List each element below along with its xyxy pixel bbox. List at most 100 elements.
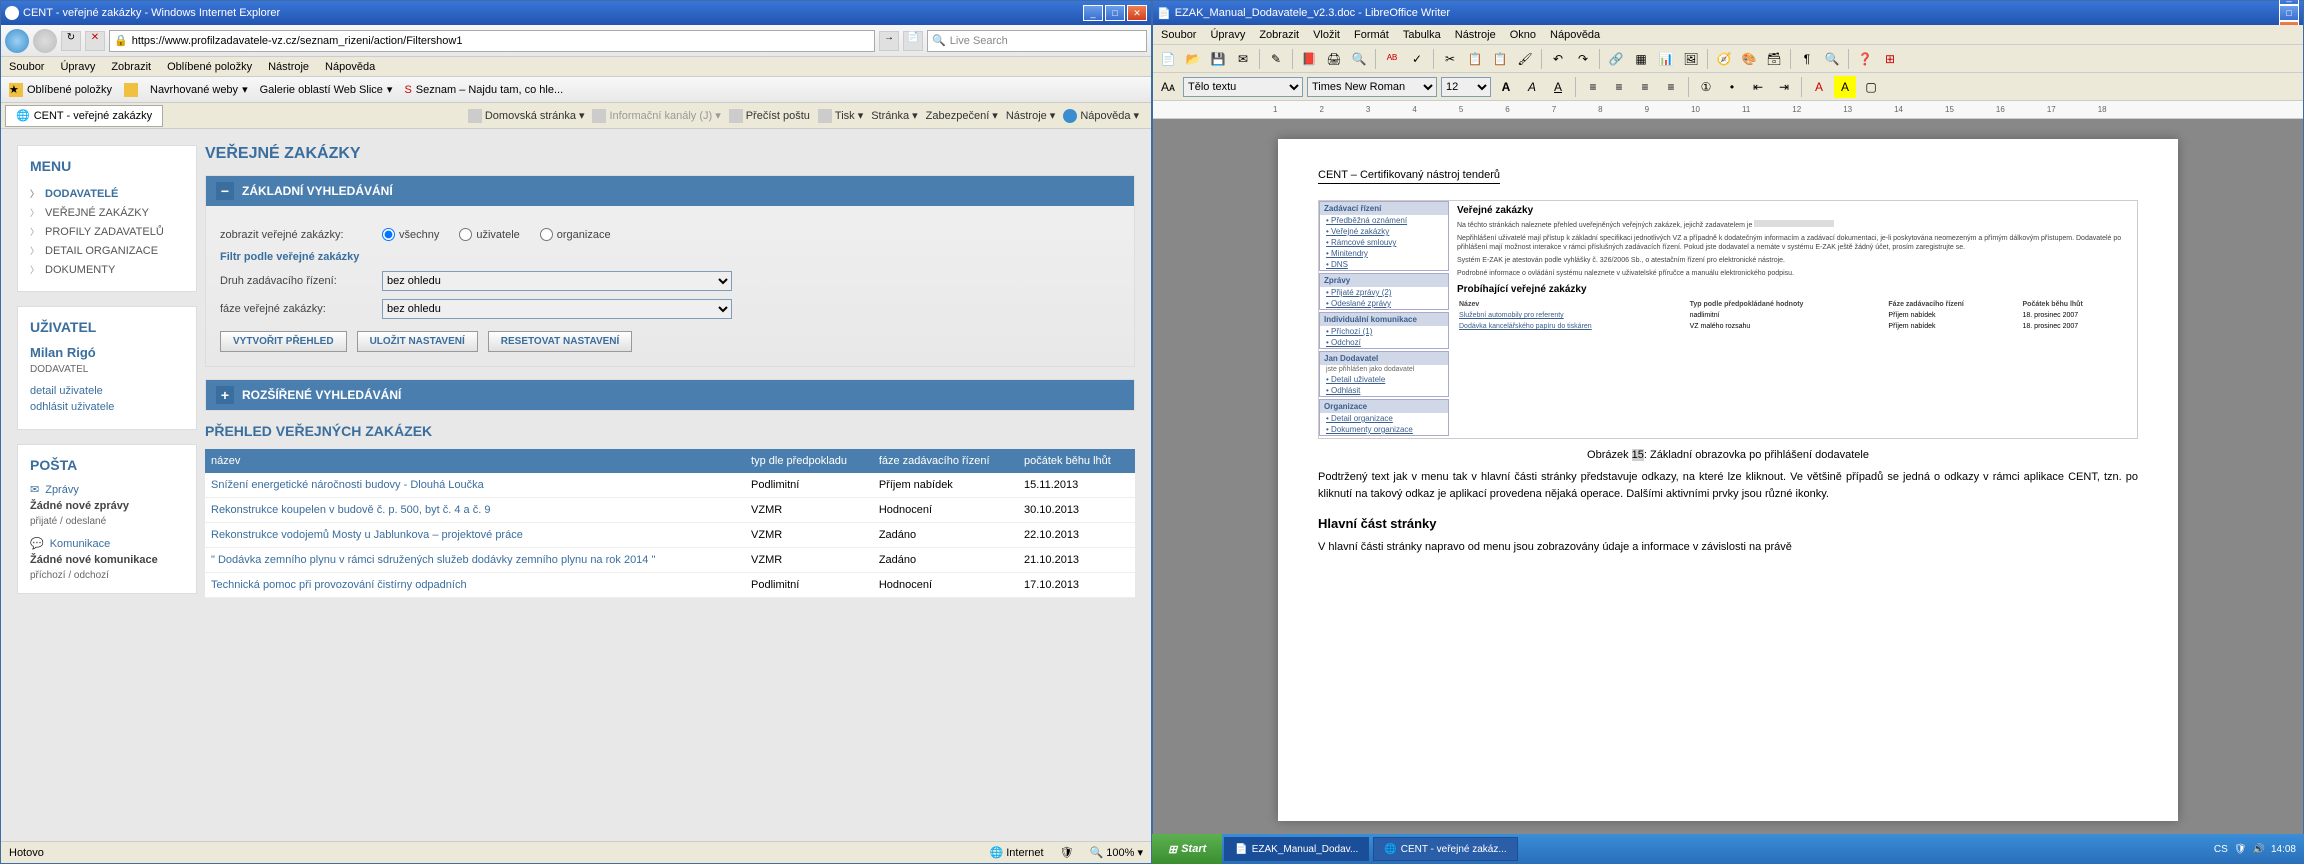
- italic-icon[interactable]: A: [1521, 76, 1543, 98]
- col-pocatek[interactable]: počátek běhu lhůt: [1018, 449, 1135, 473]
- system-tray[interactable]: CS 🛡 🔊 14:08: [2206, 844, 2304, 855]
- posta-sub2[interactable]: příchozí / odchozí: [30, 570, 184, 581]
- font-name-select[interactable]: Times New Roman: [1307, 77, 1437, 97]
- page-button[interactable]: Stránka▾: [871, 109, 917, 122]
- fav-webslice[interactable]: Galerie oblastí Web Slice▾: [260, 83, 393, 96]
- undo-icon[interactable]: ↶: [1547, 48, 1569, 70]
- menu-profily[interactable]: 〉PROFILY ZADAVATELŮ: [30, 222, 184, 241]
- menu-zobrazit[interactable]: Zobrazit: [111, 61, 151, 73]
- readmail-button[interactable]: Přečíst poštu: [729, 109, 810, 123]
- col-nazev[interactable]: název: [205, 449, 745, 473]
- posta-komunikace[interactable]: 💬Komunikace: [30, 537, 184, 550]
- fontcolor-icon[interactable]: A: [1808, 76, 1830, 98]
- faze-select[interactable]: bez ohledu: [382, 299, 732, 319]
- create-overview-button[interactable]: VYTVOŘIT PŘEHLED: [220, 331, 347, 352]
- radio-vsechny[interactable]: všechny: [382, 228, 439, 241]
- redo-icon[interactable]: ↷: [1572, 48, 1594, 70]
- close-button[interactable]: ✕: [1127, 5, 1147, 21]
- link-detail-user[interactable]: detail uživatele: [30, 385, 184, 397]
- bullets-icon[interactable]: •: [1721, 76, 1743, 98]
- align-right-icon[interactable]: ≡: [1634, 76, 1656, 98]
- go-button[interactable]: →: [879, 31, 899, 51]
- lo-menu-soubor[interactable]: Soubor: [1161, 29, 1196, 41]
- gallery-icon[interactable]: 🎨: [1738, 48, 1760, 70]
- back-button[interactable]: [5, 29, 29, 53]
- advanced-search-header[interactable]: + ROZŠÍŘENÉ VYHLEDÁVÁNÍ: [206, 380, 1134, 410]
- reset-settings-button[interactable]: RESETOVAT NASTAVENÍ: [488, 331, 633, 352]
- lo-menu-format[interactable]: Formát: [1354, 29, 1389, 41]
- task-ezak[interactable]: 📄EZAK_Manual_Dodav...: [1224, 837, 1369, 861]
- chart-icon[interactable]: 📊: [1655, 48, 1677, 70]
- table-row[interactable]: Snížení energetické náročnosti budovy - …: [205, 473, 1135, 498]
- document-area[interactable]: CENT – Certifikovaný nástroj tenderů Zad…: [1153, 119, 2303, 841]
- lo-menu-vlozit[interactable]: Vložit: [1313, 29, 1340, 41]
- radio-uzivatele[interactable]: uživatele: [459, 228, 519, 241]
- paragraph-style-select[interactable]: Tělo textu: [1183, 77, 1303, 97]
- table-row[interactable]: Technická pomoc při provozování čistírny…: [205, 573, 1135, 598]
- ds-box-link[interactable]: • Přijaté zprávy (2): [1320, 287, 1448, 298]
- radio-organizace[interactable]: organizace: [540, 228, 611, 241]
- ds-box-link[interactable]: • Dokumenty organizace: [1320, 424, 1448, 435]
- print-button[interactable]: Tisk▾: [818, 109, 863, 123]
- tab-cent[interactable]: 🌐 CENT - veřejné zakázky: [5, 105, 163, 127]
- indent-inc-icon[interactable]: ⇥: [1773, 76, 1795, 98]
- druh-select[interactable]: bez ohledu: [382, 271, 732, 291]
- horizontal-ruler[interactable]: 123456789101112131415161718: [1153, 101, 2303, 119]
- zoom-level[interactable]: 🔍 100% ▾: [1090, 846, 1143, 859]
- table-row[interactable]: Rekonstrukce vodojemů Mosty u Jablunkova…: [205, 523, 1135, 548]
- copy-icon[interactable]: 📋: [1464, 48, 1486, 70]
- spellcheck-icon[interactable]: ᴬᴮ: [1381, 48, 1403, 70]
- ds-box-link[interactable]: • DNS: [1320, 259, 1448, 270]
- table-row[interactable]: " Dodávka zemního plynu v rámci sdružený…: [205, 548, 1135, 573]
- datasource-icon[interactable]: 🗃: [1763, 48, 1785, 70]
- protected-mode-icon[interactable]: 🛡: [1060, 846, 1074, 859]
- pdf-icon[interactable]: 📕: [1298, 48, 1320, 70]
- email-icon[interactable]: ✉: [1232, 48, 1254, 70]
- task-cent[interactable]: 🌐CENT - veřejné zakáz...: [1373, 837, 1517, 861]
- zoom-icon[interactable]: 🔍: [1821, 48, 1843, 70]
- preview-icon[interactable]: 🔍: [1348, 48, 1370, 70]
- feeds-button[interactable]: Informační kanály (J)▾: [592, 109, 720, 123]
- stop-button[interactable]: ✕: [85, 31, 105, 51]
- lo-maximize-button[interactable]: □: [2279, 5, 2299, 21]
- fav-seznam[interactable]: SSeznam – Najdu tam, co hle...: [404, 84, 563, 96]
- image-icon[interactable]: 🖼: [1680, 48, 1702, 70]
- styles-icon[interactable]: Aᴀ: [1157, 76, 1179, 98]
- basic-search-header[interactable]: − ZÁKLADNÍ VYHLEDÁVÁNÍ: [206, 176, 1134, 206]
- ds-box-link[interactable]: • Veřejné zakázky: [1320, 226, 1448, 237]
- ds-box-link[interactable]: • Odchozí: [1320, 337, 1448, 348]
- cut-icon[interactable]: ✂: [1439, 48, 1461, 70]
- font-size-select[interactable]: 12: [1441, 77, 1491, 97]
- formatpaint-icon[interactable]: 🖌: [1514, 48, 1536, 70]
- start-button[interactable]: ⊞ Start: [1152, 834, 1222, 864]
- save-icon[interactable]: 💾: [1207, 48, 1229, 70]
- open-icon[interactable]: 📂: [1182, 48, 1204, 70]
- menu-detail-org[interactable]: 〉DETAIL ORGANIZACE: [30, 241, 184, 260]
- save-settings-button[interactable]: ULOŽIT NASTAVENÍ: [357, 331, 478, 352]
- lo-menu-okno[interactable]: Okno: [1510, 29, 1536, 41]
- posta-sub[interactable]: přijaté / odeslané: [30, 516, 184, 527]
- menu-upravy[interactable]: Úpravy: [60, 61, 95, 73]
- help-button[interactable]: Nápověda▾: [1063, 109, 1139, 123]
- indent-dec-icon[interactable]: ⇤: [1747, 76, 1769, 98]
- nonprint-icon[interactable]: ¶: [1796, 48, 1818, 70]
- collapse-icon[interactable]: −: [216, 182, 234, 200]
- ds-box-link[interactable]: • Detail organizace: [1320, 413, 1448, 424]
- menu-nastroje[interactable]: Nástroje: [268, 61, 309, 73]
- clock[interactable]: 14:08: [2271, 844, 2296, 855]
- zakazka-link[interactable]: Rekonstrukce vodojemů Mosty u Jablunkova…: [211, 529, 523, 541]
- align-center-icon[interactable]: ≡: [1608, 76, 1630, 98]
- nav-icon[interactable]: 🧭: [1713, 48, 1735, 70]
- search-box[interactable]: 🔍 Live Search: [927, 30, 1147, 52]
- menu-oblibene[interactable]: Oblíbené položky: [167, 61, 252, 73]
- zakazka-link[interactable]: " Dodávka zemního plynu v rámci sdružený…: [211, 554, 655, 566]
- zakazka-link[interactable]: Rekonstrukce koupelen v budově č. p. 500…: [211, 504, 490, 516]
- table-icon[interactable]: ▦: [1630, 48, 1652, 70]
- refresh-button[interactable]: ↻: [61, 31, 81, 51]
- zakazka-link[interactable]: Snížení energetické náročnosti budovy - …: [211, 479, 484, 491]
- lo-menu-tabulka[interactable]: Tabulka: [1403, 29, 1441, 41]
- lo-menu-nastroje[interactable]: Nástroje: [1455, 29, 1496, 41]
- print-icon[interactable]: 🖨: [1323, 48, 1345, 70]
- compat-button[interactable]: 📄: [903, 31, 923, 51]
- bgcolor-icon[interactable]: ▢: [1860, 76, 1882, 98]
